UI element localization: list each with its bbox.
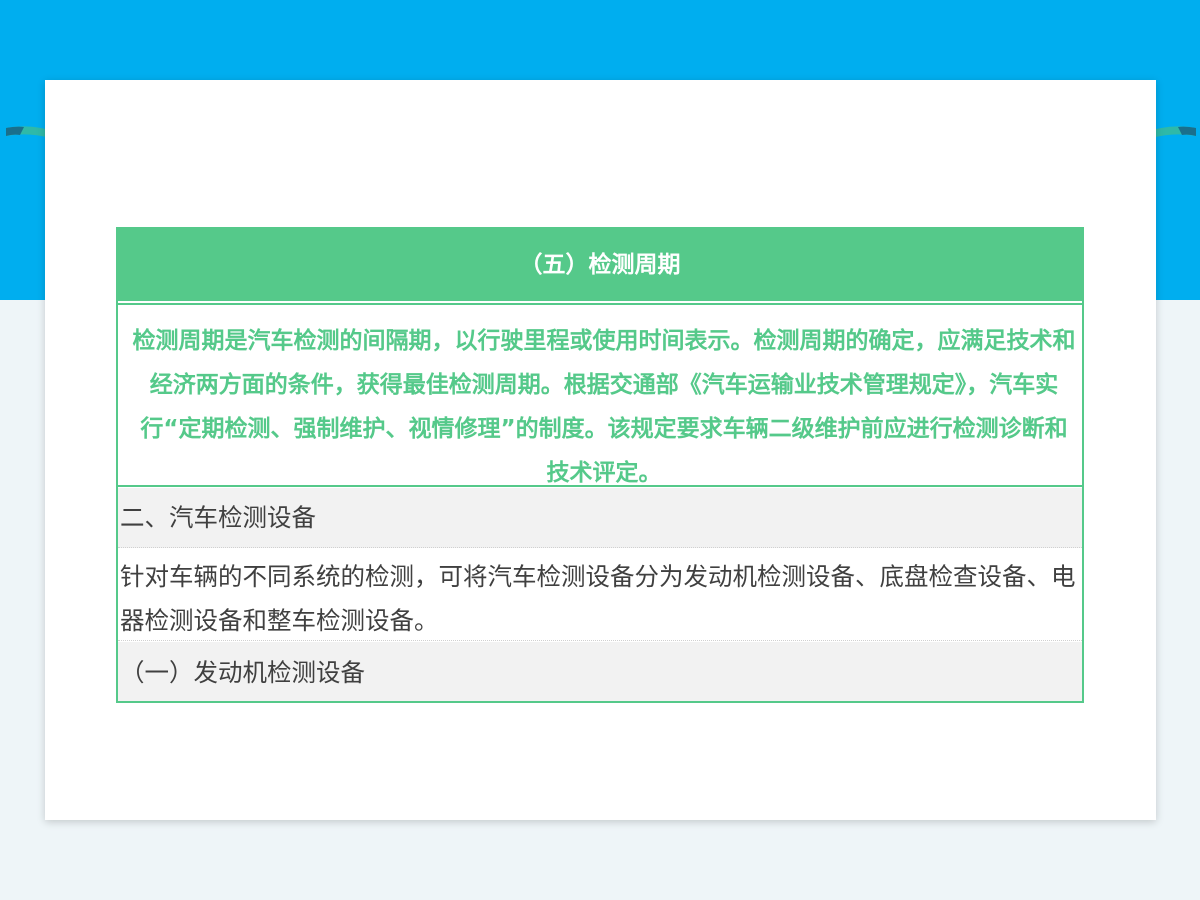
ribbon-left-decoration	[6, 126, 50, 138]
section-body: 检测周期是汽车检测的间隔期，以行驶里程或使用时间表示。检测周期的确定，应满足技术…	[118, 303, 1082, 487]
subheading-engine-testing-equipment: （一）发动机检测设备	[118, 642, 1082, 701]
equipment-description: 针对车辆的不同系统的检测，可将汽车检测设备分为发动机检测设备、底盘检查设备、电器…	[118, 549, 1082, 641]
heading-automotive-testing-equipment: 二、汽车检测设备	[118, 488, 1082, 548]
section-title: （五）检测周期	[118, 229, 1082, 301]
ribbon-right-decoration	[1152, 126, 1196, 138]
content-panel: （五）检测周期 检测周期是汽车检测的间隔期，以行驶里程或使用时间表示。检测周期的…	[116, 227, 1084, 703]
slide: （五）检测周期 检测周期是汽车检测的间隔期，以行驶里程或使用时间表示。检测周期的…	[0, 0, 1200, 900]
